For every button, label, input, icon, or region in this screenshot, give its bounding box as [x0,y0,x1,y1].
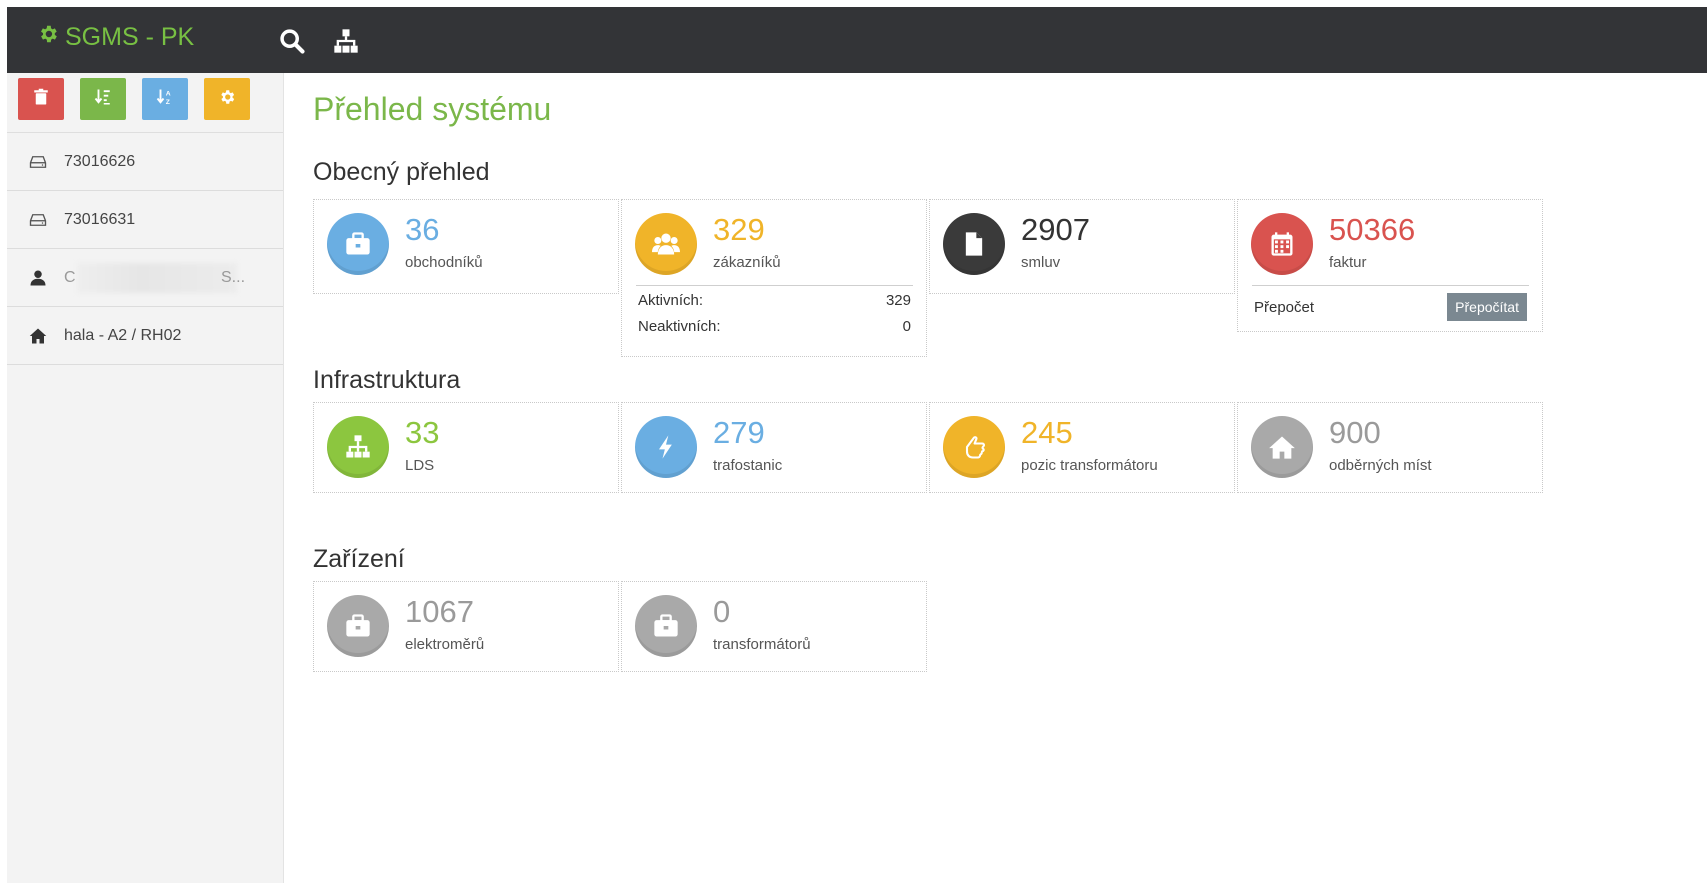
stat-value: 329 [713,212,765,247]
stat-value: 36 [405,212,440,247]
stat-row-inactive: Neaktivních: 0 [636,312,913,338]
briefcase-icon [327,595,389,657]
stat-value: 900 [1329,415,1381,450]
stat-row-label: Neaktivních: [638,318,721,335]
delete-button[interactable] [18,78,64,120]
user-icon [27,268,49,288]
stat-label: elektroměrů [405,636,485,653]
stat-card-transformers[interactable]: 0 transformátorů [621,581,927,672]
recalculate-button[interactable]: Přepočítat [1447,293,1527,321]
stat-value: 2907 [1021,212,1090,247]
stat-card-transformer-positions[interactable]: 245 pozic transformátoru [929,402,1235,493]
sidebar-item-label: C [64,268,76,286]
home-icon [27,326,49,346]
redacted-area [77,263,237,293]
hand-pointer-icon [943,416,1005,478]
page-title: Přehled systému [313,91,552,127]
recalc-label: Přepočet [1254,298,1315,316]
stat-label: faktur [1329,254,1367,271]
stat-value: 1067 [405,594,474,629]
stat-label: obchodníků [405,254,483,271]
search-icon[interactable] [278,27,306,55]
drive-icon [27,210,49,230]
main-content: Přehled systému Obecný přehled 36 obchod… [313,73,1693,883]
stat-card-customers[interactable]: 329 zákazníků Aktivních: 329 Neaktivních… [621,199,927,357]
stat-row-active: Aktivních: 329 [636,286,913,312]
stat-card-meters[interactable]: 1067 elektroměrů [313,581,619,672]
stat-card-contracts[interactable]: 2907 smluv [929,199,1235,294]
gear-icon [37,23,59,52]
sort-list-button[interactable] [80,78,126,120]
sidebar-item-user[interactable]: C S... [7,249,283,307]
sort-alpha-button[interactable]: AZ [142,78,188,120]
stat-value: 33 [405,415,440,450]
sidebar-item-hall[interactable]: hala - A2 / RH02 [7,307,283,365]
sidebar-item-drive-2[interactable]: 73016631 [7,191,283,249]
brand[interactable]: SGMS - PK [37,23,194,52]
stat-label: LDS [405,457,435,474]
section-title-infrastructure: Infrastruktura [313,366,461,394]
stat-value: 279 [713,415,765,450]
sidebar-item-drive-1[interactable]: 73016626 [7,133,283,191]
stat-card-substations[interactable]: 279 trafostanic [621,402,927,493]
svg-text:A: A [166,90,171,97]
sidebar-item-label: 73016626 [64,152,136,170]
document-icon [943,213,1005,275]
stat-card-lds[interactable]: 33 LDS [313,402,619,493]
stat-value: 50366 [1329,212,1416,247]
settings-button[interactable] [204,78,250,120]
sidebar-item-label: 73016631 [64,210,136,228]
stat-row-label: Aktivních: [638,292,704,309]
app-title: SGMS - PK [65,23,195,51]
stat-value: 245 [1021,415,1073,450]
svg-text:Z: Z [166,98,170,105]
sitemap-icon[interactable] [332,27,360,55]
stat-card-traders[interactable]: 36 obchodníků [313,199,619,294]
trash-icon [32,88,50,111]
sidebar-item-label: hala - A2 / RH02 [64,326,182,344]
sidebar-toolbar: AZ [7,73,283,133]
stat-label: transformátorů [713,636,811,653]
section-title-devices: Zařízení [313,545,405,573]
stat-card-consumption-points[interactable]: 900 odběrných míst [1237,402,1543,493]
bolt-icon [635,416,697,478]
invoice-recalc: Přepočet Přepočítat [1252,285,1529,324]
sidebar-item-label-tail: S... [221,268,246,286]
recalc-row: Přepočet Přepočítat [1252,286,1529,324]
stat-row-value: 329 [885,292,911,309]
stat-label: smluv [1021,254,1061,271]
briefcase-icon [635,595,697,657]
top-bar: SGMS - PK [7,7,1707,73]
cog-icon [218,88,236,111]
briefcase-icon [327,213,389,275]
stat-label: pozic transformátoru [1021,457,1158,474]
customer-stats: Aktivních: 329 Neaktivních: 0 [636,285,913,338]
section-title-general: Obecný přehled [313,158,490,186]
sitemap-icon [327,416,389,478]
stat-label: trafostanic [713,457,783,474]
users-icon [635,213,697,275]
sort-amount-icon [94,88,112,111]
sidebar: AZ 73016626 73016631 C S... hala - A2 / … [7,73,284,883]
stat-label: zákazníků [713,254,781,271]
home-icon [1251,416,1313,478]
drive-icon [27,152,49,172]
sort-alpha-icon: AZ [156,88,174,111]
stat-value: 0 [713,594,731,629]
stat-card-invoices[interactable]: 50366 faktur Přepočet Přepočítat [1237,199,1543,332]
stat-row-value: 0 [902,318,911,335]
calendar-icon [1251,213,1313,275]
stat-label: odběrných míst [1329,457,1432,474]
